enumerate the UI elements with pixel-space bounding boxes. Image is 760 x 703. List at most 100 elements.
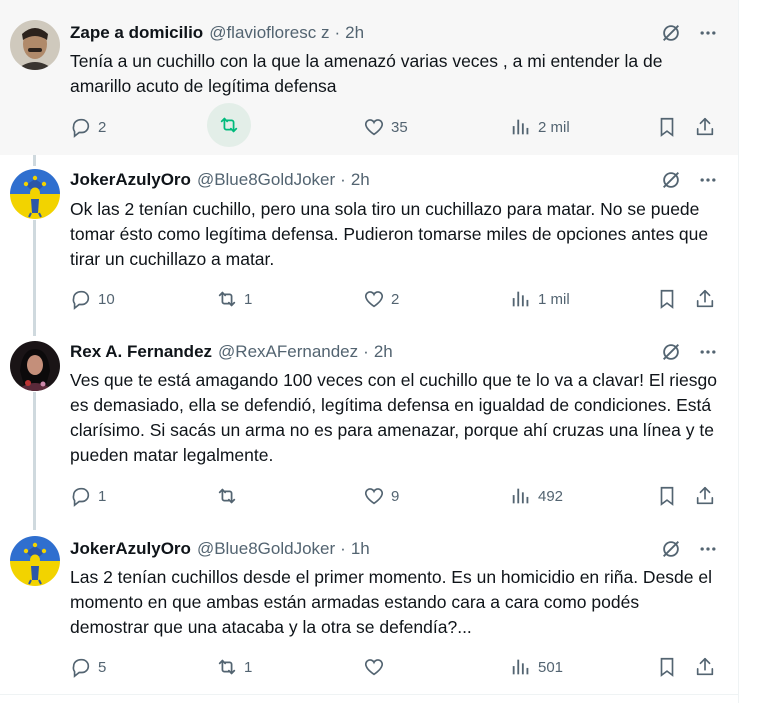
user-handle[interactable]: @RexAFernandez <box>218 342 358 362</box>
grok-icon[interactable] <box>660 341 682 363</box>
header-actions <box>660 169 718 191</box>
like-icon <box>364 488 384 505</box>
bookmark-icon <box>660 289 674 309</box>
avatar[interactable] <box>10 20 60 70</box>
views-button[interactable]: 2 mil <box>510 110 570 144</box>
tweet[interactable]: JokerAzulyOro @Blue8GoldJoker · 1h Las 2… <box>0 520 738 694</box>
separator-dot: · <box>340 170 346 189</box>
retweet-icon <box>218 488 236 504</box>
share-button[interactable] <box>694 479 716 513</box>
views-count: 2 mil <box>538 118 570 136</box>
tweet-actions: 1 9 492 <box>58 479 722 513</box>
bookmark-button[interactable] <box>656 110 678 144</box>
retweet-icon <box>218 291 236 307</box>
display-name[interactable]: Zape a domicilio <box>70 23 203 43</box>
reply-icon <box>72 658 90 678</box>
bookmark-button[interactable] <box>656 282 678 316</box>
display-name[interactable]: Rex A. Fernandez <box>70 342 212 362</box>
share-button[interactable] <box>694 282 716 316</box>
share-button[interactable] <box>694 650 716 684</box>
reply-button[interactable]: 10 <box>70 282 115 316</box>
divider <box>0 694 738 695</box>
more-icon[interactable] <box>698 539 718 559</box>
bookmark-button[interactable] <box>656 479 678 513</box>
views-count: 501 <box>538 658 564 676</box>
header-actions <box>660 22 718 44</box>
retweet-icon <box>220 117 238 132</box>
like-button[interactable]: 9 <box>363 479 399 513</box>
more-icon[interactable] <box>698 23 718 43</box>
views-icon <box>512 488 529 504</box>
views-button[interactable]: 492 <box>510 479 563 513</box>
reply-count: 1 <box>98 487 107 505</box>
user-handle[interactable]: @Blue8GoldJoker <box>197 170 335 190</box>
tweet[interactable]: Zape a domicilio @flaviofloresc z · 2h T… <box>0 0 738 155</box>
retweet-button[interactable] <box>216 479 238 513</box>
tweet-actions: 2 35 2 mil <box>58 102 722 147</box>
reply-icon <box>72 487 90 507</box>
views-count: 492 <box>538 487 564 505</box>
retweet-button[interactable]: 1 <box>216 282 252 316</box>
bookmark-icon <box>660 117 674 137</box>
like-count: 35 <box>391 118 408 136</box>
like-icon <box>364 291 384 308</box>
like-count: 2 <box>391 290 400 308</box>
display-name[interactable]: JokerAzulyOro <box>70 539 191 559</box>
reply-icon <box>72 290 90 310</box>
separator-dot: · <box>363 342 369 361</box>
tweet-text: Tenía a un cuchillo con la que la amenaz… <box>70 51 663 96</box>
reply-feed: Zape a domicilio @flaviofloresc z · 2h T… <box>0 0 739 703</box>
user-handle[interactable]: @flaviofloresc z <box>209 23 329 43</box>
reply-count: 5 <box>98 658 107 676</box>
tweet[interactable]: JokerAzulyOro @Blue8GoldJoker · 2h Ok la… <box>0 155 738 325</box>
reply-button[interactable]: 1 <box>70 479 106 513</box>
grok-icon[interactable] <box>660 538 682 560</box>
tweet-text: Las 2 tenían cuchillos desde el primer m… <box>70 567 713 637</box>
like-icon <box>364 119 384 136</box>
user-handle[interactable]: @Blue8GoldJoker <box>197 539 335 559</box>
views-button[interactable]: 1 mil <box>510 282 570 316</box>
retweet-count: 1 <box>244 658 253 676</box>
timestamp[interactable]: 2h <box>345 23 364 43</box>
share-icon <box>696 117 714 136</box>
bookmark-button[interactable] <box>656 650 678 684</box>
views-icon <box>512 659 529 675</box>
avatar[interactable] <box>10 341 60 391</box>
reply-button[interactable]: 5 <box>70 650 106 684</box>
avatar[interactable] <box>10 536 60 586</box>
avatar[interactable] <box>10 169 60 219</box>
retweet-button[interactable] <box>207 102 251 147</box>
reply-count: 10 <box>98 290 115 308</box>
more-icon[interactable] <box>698 170 718 190</box>
reply-count: 2 <box>98 118 107 136</box>
share-icon <box>696 289 714 308</box>
grok-icon[interactable] <box>660 169 682 191</box>
share-button[interactable] <box>694 110 716 144</box>
retweet-active-bg <box>207 102 251 147</box>
tweet-header: JokerAzulyOro @Blue8GoldJoker · 2h <box>70 169 718 191</box>
tweet-header: Zape a domicilio @flaviofloresc z · 2h <box>70 22 718 44</box>
reply-button[interactable]: 2 <box>70 110 106 144</box>
retweet-button[interactable]: 1 <box>216 650 252 684</box>
separator-dot: · <box>334 23 341 42</box>
grok-icon[interactable] <box>660 22 682 44</box>
share-icon <box>696 657 714 676</box>
retweet-icon <box>218 659 236 675</box>
tweet-actions: 5 1 501 <box>58 650 722 684</box>
timestamp[interactable]: 2h <box>351 170 370 190</box>
like-button[interactable] <box>363 650 385 684</box>
tweet-text: Ok las 2 tenían cuchillo, pero una sola … <box>70 199 709 269</box>
header-actions <box>660 538 718 560</box>
tweet[interactable]: Rex A. Fernandez @RexAFernandez · 2h Ves… <box>0 325 738 520</box>
like-button[interactable]: 35 <box>363 110 408 144</box>
views-button[interactable]: 501 <box>510 650 563 684</box>
display-name[interactable]: JokerAzulyOro <box>70 170 191 190</box>
like-count: 9 <box>391 487 400 505</box>
timestamp[interactable]: 1h <box>351 539 370 559</box>
reply-icon <box>72 118 90 138</box>
tweet-header: JokerAzulyOro @Blue8GoldJoker · 1h <box>70 538 718 560</box>
more-icon[interactable] <box>698 342 718 362</box>
timestamp[interactable]: 2h <box>374 342 393 362</box>
header-actions <box>660 341 718 363</box>
like-button[interactable]: 2 <box>363 282 399 316</box>
